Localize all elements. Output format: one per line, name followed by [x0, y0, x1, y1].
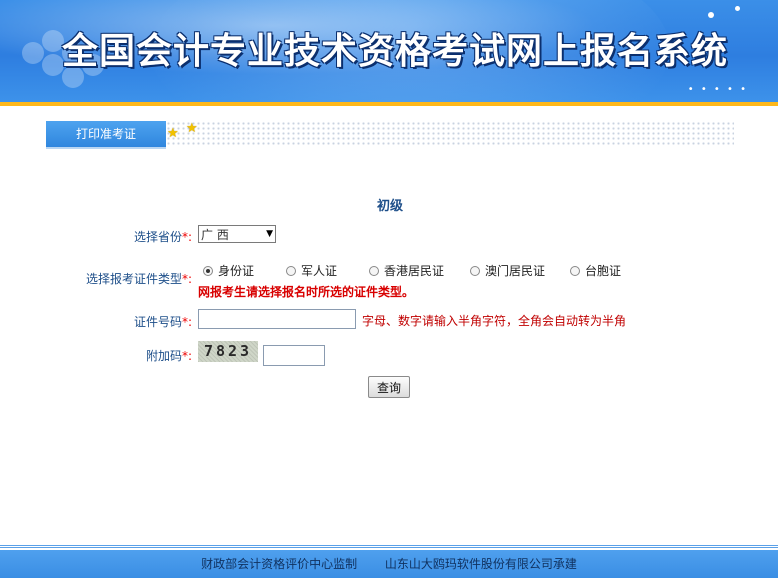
id-number-hint: 字母、数字请输入半角字符，全角会自动转为半角	[362, 314, 627, 328]
dots-decoration: • • • • •	[687, 84, 748, 95]
star-icon: ★	[167, 126, 179, 141]
radio-label: 身份证	[218, 264, 255, 278]
header-banner: • • • • • 全国会计专业技术资格考试网上报名系统	[0, 0, 778, 102]
radio-label: 台胞证	[585, 264, 622, 278]
radio-selected-icon	[203, 265, 213, 276]
footer-divider	[0, 547, 778, 548]
captcha-image[interactable]: 7823	[198, 341, 258, 362]
sparkle-icon	[708, 12, 714, 18]
sparkle-icon	[735, 6, 740, 11]
province-select-value: 广 西	[201, 227, 229, 242]
star-icon: ★	[186, 121, 198, 136]
radio-icon	[570, 265, 580, 276]
footer-divider	[0, 545, 778, 546]
dotted-divider	[166, 121, 734, 147]
province-label: 选择省份*:	[133, 230, 192, 244]
footer-contractor: 山东山大鸥玛软件股份有限公司承建	[384, 557, 577, 571]
radio-macau-id[interactable]: 澳门居民证	[470, 262, 545, 279]
banner-accent-bar	[0, 102, 778, 106]
footer: 财政部会计资格评价中心监制 山东山大鸥玛软件股份有限公司承建	[0, 550, 778, 578]
tab-strip: 打印准考证 ★ ★	[46, 121, 734, 149]
id-number-input[interactable]	[198, 309, 356, 329]
query-button[interactable]: 查询	[368, 376, 410, 398]
chevron-down-icon: ▼	[266, 229, 273, 239]
radio-label: 澳门居民证	[485, 264, 546, 278]
captcha-input[interactable]	[263, 345, 325, 366]
radio-label: 香港居民证	[384, 264, 445, 278]
footer-supervisor: 财政部会计资格评价中心监制	[201, 557, 358, 571]
system-title: 全国会计专业技术资格考试网上报名系统	[62, 30, 729, 72]
radio-icon	[286, 265, 296, 276]
id-type-warning: 网报考生请选择报名时所选的证件类型。	[198, 285, 415, 299]
radio-military-id[interactable]: 军人证	[286, 262, 337, 279]
radio-icon	[470, 265, 480, 276]
id-number-label: 证件号码*:	[133, 315, 192, 329]
radio-icon	[369, 265, 379, 276]
radio-hongkong-id[interactable]: 香港居民证	[369, 262, 444, 279]
tab-print-admission[interactable]: 打印准考证	[46, 121, 166, 149]
province-select[interactable]: 广 西 ▼	[198, 225, 276, 243]
radio-id-card[interactable]: 身份证	[203, 262, 254, 279]
id-type-label: 选择报考证件类型*:	[85, 272, 192, 286]
level-title: 初级	[376, 199, 403, 214]
radio-taiwan-id[interactable]: 台胞证	[570, 262, 621, 279]
captcha-label: 附加码*:	[145, 349, 192, 363]
radio-label: 军人证	[301, 264, 338, 278]
